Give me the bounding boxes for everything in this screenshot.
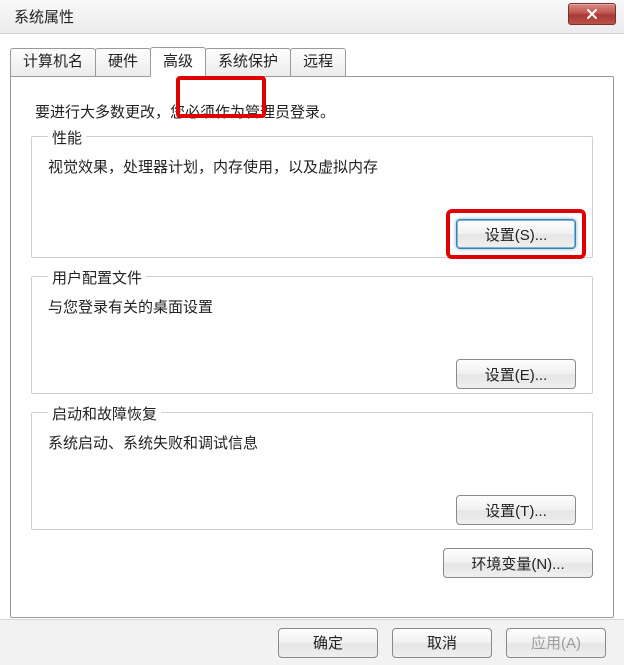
cancel-button[interactable]: 取消 xyxy=(392,628,492,658)
ok-button[interactable]: 确定 xyxy=(278,628,378,658)
button-label: 确定 xyxy=(313,635,343,652)
group-startup-legend: 启动和故障恢复 xyxy=(48,403,161,424)
group-performance-legend: 性能 xyxy=(48,127,86,148)
button-label: 环境变量(N)... xyxy=(471,556,564,573)
tab-advanced[interactable]: 高级 xyxy=(150,47,206,77)
startup-settings-button[interactable]: 设置(T)... xyxy=(456,495,576,525)
tab-label: 高级 xyxy=(163,53,193,70)
group-performance: 性能 视觉效果，处理器计划，内存使用，以及虚拟内存 设置(S)... xyxy=(31,136,593,258)
button-label: 设置(S)... xyxy=(485,227,548,244)
button-label: 取消 xyxy=(427,635,457,652)
titlebar: 系统属性 xyxy=(0,0,624,34)
close-button[interactable] xyxy=(568,3,616,25)
group-startup-recovery: 启动和故障恢复 系统启动、系统失败和调试信息 设置(T)... xyxy=(31,412,593,530)
tab-system-protection[interactable]: 系统保护 xyxy=(205,48,291,76)
dialog-footer: 确定 取消 应用(A) xyxy=(0,619,624,665)
button-label: 设置(T)... xyxy=(485,503,547,520)
annotation-highlight-perf-button-wrap: 设置(S)... xyxy=(456,219,576,249)
tab-hardware[interactable]: 硬件 xyxy=(95,48,151,76)
client-area: 计算机名 硬件 高级 系统保护 远程 要进行大多数更改，您必须作为管理员登录。 … xyxy=(0,34,624,665)
group-startup-desc: 系统启动、系统失败和调试信息 xyxy=(48,432,576,453)
button-label: 应用(A) xyxy=(531,635,581,652)
performance-settings-button[interactable]: 设置(S)... xyxy=(456,219,576,249)
admin-notice: 要进行大多数更改，您必须作为管理员登录。 xyxy=(35,101,589,122)
tab-label: 硬件 xyxy=(108,53,138,70)
profiles-settings-button[interactable]: 设置(E)... xyxy=(456,359,576,389)
apply-button[interactable]: 应用(A) xyxy=(506,628,606,658)
tab-label: 系统保护 xyxy=(218,53,278,70)
window-title: 系统属性 xyxy=(14,6,74,27)
tab-label: 计算机名 xyxy=(23,53,83,70)
environment-variables-row: 环境变量(N)... xyxy=(29,548,595,578)
environment-variables-button[interactable]: 环境变量(N)... xyxy=(443,548,593,578)
group-profiles-legend: 用户配置文件 xyxy=(48,267,146,288)
system-properties-window: 系统属性 计算机名 硬件 高级 系统保护 远程 xyxy=(0,0,624,665)
group-user-profiles: 用户配置文件 与您登录有关的桌面设置 设置(E)... xyxy=(31,276,593,394)
tab-label: 远程 xyxy=(303,53,333,70)
tabstrip: 计算机名 硬件 高级 系统保护 远程 xyxy=(10,44,614,76)
group-performance-desc: 视觉效果，处理器计划，内存使用，以及虚拟内存 xyxy=(48,156,576,177)
tab-computer-name[interactable]: 计算机名 xyxy=(10,48,96,76)
tab-page-advanced: 要进行大多数更改，您必须作为管理员登录。 性能 视觉效果，处理器计划，内存使用，… xyxy=(10,76,614,618)
button-label: 设置(E)... xyxy=(485,367,548,384)
tab-remote[interactable]: 远程 xyxy=(290,48,346,76)
group-profiles-desc: 与您登录有关的桌面设置 xyxy=(48,296,576,317)
close-icon xyxy=(585,8,599,20)
